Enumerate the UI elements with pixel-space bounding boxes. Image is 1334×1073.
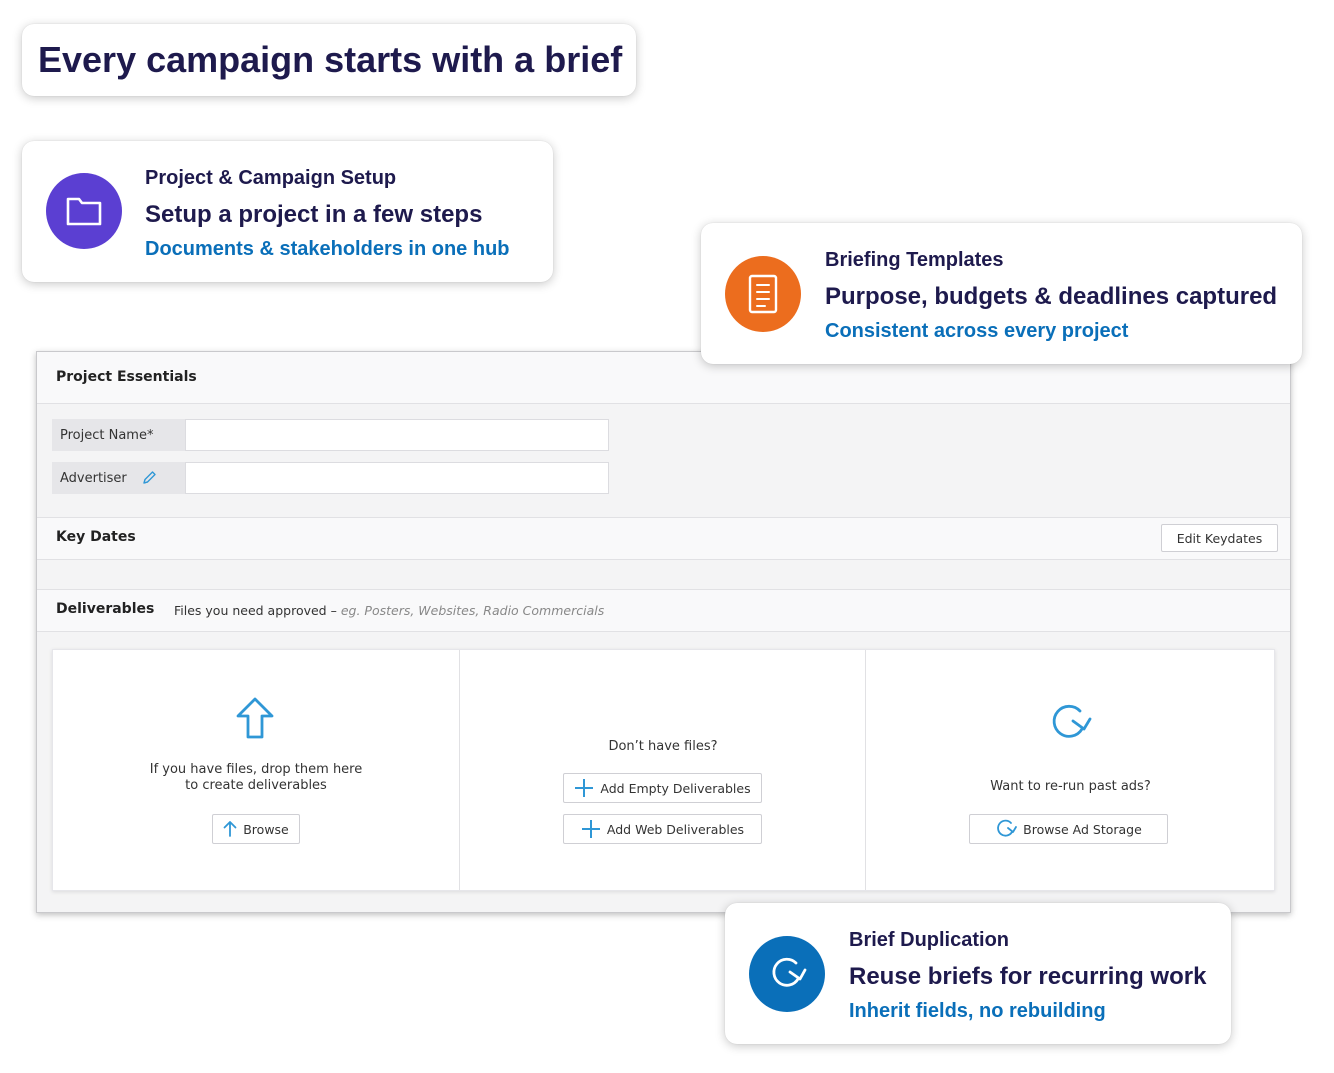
folder-icon <box>46 173 122 249</box>
browse-ad-storage-button[interactable]: Browse Ad Storage <box>969 814 1168 844</box>
upload-column: If you have files, drop them here to cre… <box>53 650 459 890</box>
project-name-input[interactable] <box>185 419 609 451</box>
no-files-text: Don’t have files? <box>608 739 718 754</box>
arrow-up-icon <box>223 820 237 838</box>
pencil-icon[interactable] <box>141 470 157 486</box>
rerun-text: Want to re-run past ads? <box>990 779 1151 794</box>
refresh-icon <box>749 936 825 1012</box>
upload-arrow-icon <box>235 696 275 744</box>
feature-card-brief-duplication: Brief Duplication Reuse briefs for recur… <box>725 903 1231 1044</box>
project-name-row: Project Name* <box>52 419 609 451</box>
feature-subtitle: Consistent across every project <box>825 320 1129 342</box>
headline-card: Every campaign starts with a brief <box>22 24 636 96</box>
plus-icon <box>581 819 601 839</box>
feature-label: Brief Duplication <box>849 929 1010 951</box>
document-icon <box>725 256 801 332</box>
deliverables-hint: Files you need approved – eg. Posters, W… <box>174 603 605 618</box>
feature-title: Setup a project in a few steps <box>145 201 483 228</box>
page-title: Every campaign starts with a brief <box>38 39 623 80</box>
feature-label: Project & Campaign Setup <box>145 167 397 189</box>
advertiser-input[interactable] <box>185 462 609 494</box>
advertiser-label: Advertiser <box>52 462 185 494</box>
edit-keydates-button[interactable]: Edit Keydates <box>1161 524 1278 552</box>
feature-label: Briefing Templates <box>825 249 1004 271</box>
feature-title: Reuse briefs for recurring work <box>849 963 1207 990</box>
refresh-icon <box>1046 702 1092 748</box>
rerun-ads-column: Want to re-run past ads? Browse Ad Stora… <box>865 650 1275 890</box>
browse-button[interactable]: Browse <box>212 814 300 844</box>
empty-deliverables-column: Don’t have files? Add Empty Deliverables… <box>459 650 866 890</box>
feature-subtitle: Documents & stakeholders in one hub <box>145 238 510 260</box>
deliverables-drop-area[interactable]: If you have files, drop them here to cre… <box>52 649 1275 891</box>
section-title-deliverables: Deliverables <box>56 601 155 617</box>
refresh-small-icon <box>995 819 1018 839</box>
advertiser-row: Advertiser <box>52 462 609 494</box>
feature-card-briefing-templates: Briefing Templates Purpose, budgets & de… <box>701 223 1302 364</box>
key-dates-header: Key Dates Edit Keydates <box>37 517 1290 560</box>
deliverables-header: Deliverables Files you need approved – e… <box>37 589 1290 632</box>
add-empty-deliverables-button[interactable]: Add Empty Deliverables <box>563 773 762 803</box>
upload-text: If you have files, drop them here to cre… <box>149 762 363 793</box>
project-name-label: Project Name* <box>52 419 185 451</box>
add-web-deliverables-button[interactable]: Add Web Deliverables <box>563 814 762 844</box>
section-title-project-essentials: Project Essentials <box>56 369 197 385</box>
section-title-key-dates: Key Dates <box>56 529 136 545</box>
plus-icon <box>574 778 594 798</box>
feature-title: Purpose, budgets & deadlines captured <box>825 283 1278 310</box>
feature-subtitle: Inherit fields, no rebuilding <box>849 1000 1106 1022</box>
deliverables-hint-example: eg. Posters, Websites, Radio Commercials <box>340 603 605 618</box>
brief-form-panel: Project Essentials Project Name* Adverti… <box>36 351 1291 913</box>
feature-card-project-setup: Project & Campaign Setup Setup a project… <box>22 141 553 282</box>
